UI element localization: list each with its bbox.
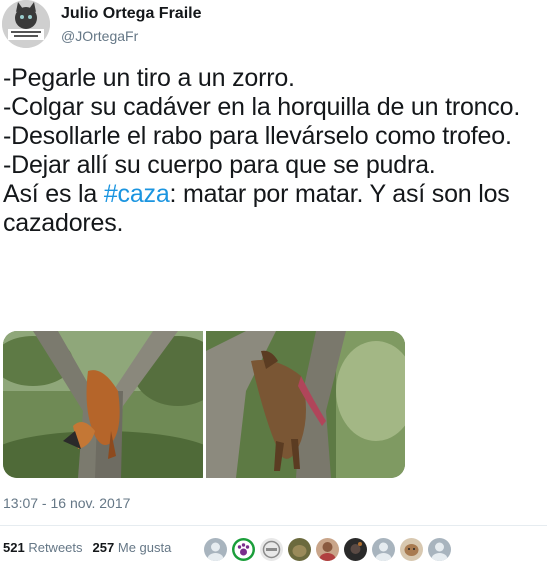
tweet-line-2: -Colgar su cadáver en la horquilla de un… [3,93,521,121]
likes-stat[interactable]: 257 Me gusta [93,540,172,555]
paw-icon [232,538,255,561]
tweet-text: -Pegarle un tiro a un zorro. -Colgar su … [3,64,547,238]
tweet-photo-1[interactable] [3,331,203,478]
fox-in-tree-photo [3,331,203,478]
retweets-label: Retweets [28,540,83,555]
liker-avatar[interactable] [287,537,312,562]
likes-count: 257 [92,540,115,555]
tweet-timestamp[interactable]: 13:07 - 16 nov. 2017 [3,495,130,511]
tweet-photo-2[interactable] [206,331,405,478]
hashtag-link[interactable]: #caza [104,180,170,208]
tweet-line-5: Así es la #caza: matar por matar. Y así … [3,180,547,238]
cat-avatar-icon [2,0,50,48]
author-handle[interactable]: @JOrtegaFr [61,28,138,44]
person-photo-icon [316,538,339,561]
emblem-icon [260,538,283,561]
likes-label: Me gusta [117,540,172,555]
default-user-icon [428,538,451,561]
default-user-icon [372,538,395,561]
liker-avatar[interactable] [427,537,452,562]
tweet-line-4: -Dejar allí su cuerpo para que se pudra. [3,151,436,179]
tweet-stats: 521 Retweets 257 Me gusta [3,540,171,555]
stats-top-divider [0,525,547,526]
retweets-count: 521 [3,540,25,555]
author-display-name[interactable]: Julio Ortega Fraile [61,5,201,23]
dog-photo-icon [400,538,423,561]
tweet-line-1: -Pegarle un tiro a un zorro. [3,64,295,92]
liker-avatar[interactable] [203,537,228,562]
dark-portrait-icon [344,538,367,561]
liker-avatar[interactable] [315,537,340,562]
liker-avatar[interactable] [371,537,396,562]
author-avatar[interactable] [2,0,50,48]
tweet-line-5-prefix: Así es la [3,180,104,208]
tweet-line-3: -Desollarle el rabo para llevárselo como… [3,122,512,150]
default-user-icon [204,538,227,561]
retweets-stat[interactable]: 521 Retweets [3,540,83,555]
liker-avatar[interactable] [259,537,284,562]
liker-avatar[interactable] [343,537,368,562]
fox-carcass-photo [206,331,405,478]
liker-avatar[interactable] [399,537,424,562]
liker-avatar[interactable] [231,537,256,562]
animal-photo-icon [288,538,311,561]
